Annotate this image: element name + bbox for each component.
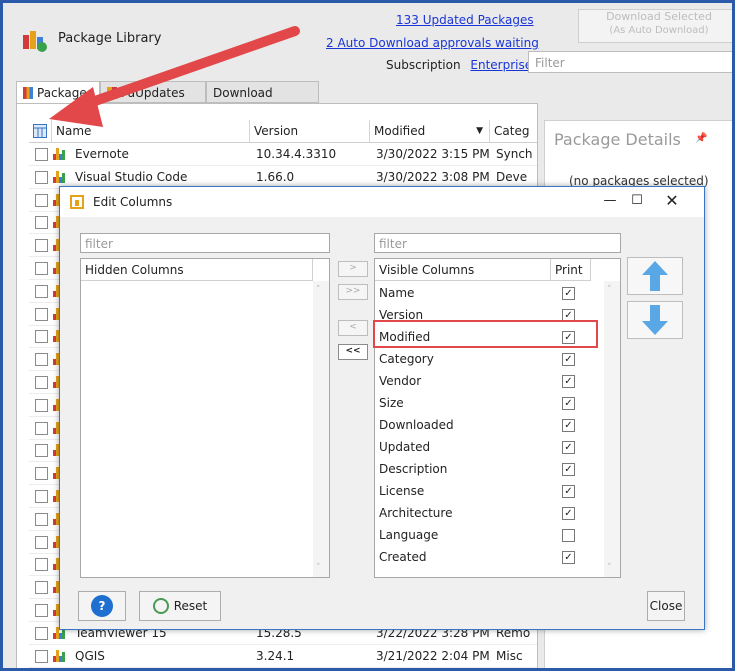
app-window: Package Library 133 Updated Packages 2 A… <box>3 3 732 668</box>
annotation-arrow <box>49 26 300 127</box>
